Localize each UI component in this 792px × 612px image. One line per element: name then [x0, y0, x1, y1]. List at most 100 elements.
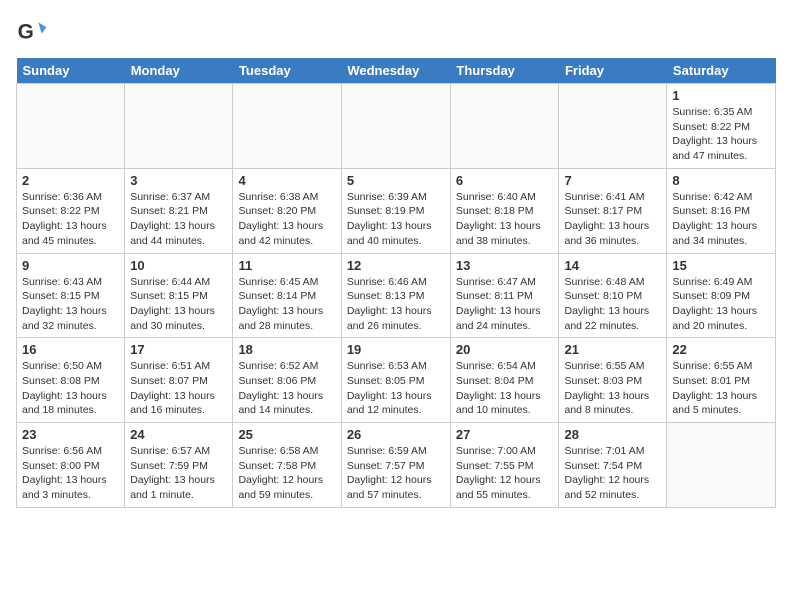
day-number: 10: [130, 258, 227, 273]
day-cell: 23Sunrise: 6:56 AM Sunset: 8:00 PM Dayli…: [17, 423, 125, 508]
day-cell: 12Sunrise: 6:46 AM Sunset: 8:13 PM Dayli…: [341, 253, 450, 338]
day-number: 24: [130, 427, 227, 442]
day-info: Sunrise: 6:43 AM Sunset: 8:15 PM Dayligh…: [22, 275, 119, 334]
day-info: Sunrise: 6:35 AM Sunset: 8:22 PM Dayligh…: [672, 105, 770, 164]
day-info: Sunrise: 6:40 AM Sunset: 8:18 PM Dayligh…: [456, 190, 554, 249]
week-row-3: 9 Sunrise: 6:43 AM Sunset: 8:15 PM Daylig…: [17, 253, 776, 338]
day-number: 17: [130, 342, 227, 357]
day-number: 13: [456, 258, 554, 273]
column-header-friday: Friday: [559, 58, 667, 84]
day-number: 27: [456, 427, 554, 442]
day-cell: 26Sunrise: 6:59 AM Sunset: 7:57 PM Dayli…: [341, 423, 450, 508]
day-info: Sunrise: 6:49 AM Sunset: 8:09 PM Dayligh…: [672, 275, 770, 334]
day-cell: 15Sunrise: 6:49 AM Sunset: 8:09 PM Dayli…: [667, 253, 776, 338]
day-number: 25: [238, 427, 335, 442]
page-header: G: [16, 16, 776, 48]
day-number: 7: [564, 173, 661, 188]
day-cell: 11 Sunrise: 6:45 AM Sunset: 8:14 PM Dayli…: [233, 253, 341, 338]
day-cell: 20 Sunrise: 6:54 AM Sunset: 8:04 PM Dayli…: [450, 338, 559, 423]
week-row-4: 16 Sunrise: 6:50 AM Sunset: 8:08 PM Dayli…: [17, 338, 776, 423]
day-number: 3: [130, 173, 227, 188]
day-info: Sunrise: 6:54 AM Sunset: 8:04 PM Dayligh…: [456, 359, 554, 418]
day-number: 11: [238, 258, 335, 273]
day-cell: 4Sunrise: 6:38 AM Sunset: 8:20 PM Daylig…: [233, 168, 341, 253]
day-number: 8: [672, 173, 770, 188]
column-header-sunday: Sunday: [17, 58, 125, 84]
day-info: Sunrise: 6:50 AM Sunset: 8:08 PM Dayligh…: [22, 359, 119, 418]
column-header-wednesday: Wednesday: [341, 58, 450, 84]
day-info: Sunrise: 6:51 AM Sunset: 8:07 PM Dayligh…: [130, 359, 227, 418]
day-info: Sunrise: 6:55 AM Sunset: 8:01 PM Dayligh…: [672, 359, 770, 418]
day-info: Sunrise: 6:58 AM Sunset: 7:58 PM Dayligh…: [238, 444, 335, 503]
column-header-saturday: Saturday: [667, 58, 776, 84]
day-number: 28: [564, 427, 661, 442]
day-info: Sunrise: 6:45 AM Sunset: 8:14 PM Dayligh…: [238, 275, 335, 334]
day-cell: 9 Sunrise: 6:43 AM Sunset: 8:15 PM Daylig…: [17, 253, 125, 338]
day-info: Sunrise: 6:36 AM Sunset: 8:22 PM Dayligh…: [22, 190, 119, 249]
day-cell: 8 Sunrise: 6:42 AM Sunset: 8:16 PM Daylig…: [667, 168, 776, 253]
day-number: 5: [347, 173, 445, 188]
day-number: 22: [672, 342, 770, 357]
day-cell: 21 Sunrise: 6:55 AM Sunset: 8:03 PM Dayli…: [559, 338, 667, 423]
day-number: 4: [238, 173, 335, 188]
day-cell: [17, 84, 125, 169]
day-info: Sunrise: 6:44 AM Sunset: 8:15 PM Dayligh…: [130, 275, 227, 334]
day-info: Sunrise: 6:46 AM Sunset: 8:13 PM Dayligh…: [347, 275, 445, 334]
day-number: 18: [238, 342, 335, 357]
day-cell: [450, 84, 559, 169]
day-cell: 5 Sunrise: 6:39 AM Sunset: 8:19 PM Daylig…: [341, 168, 450, 253]
day-number: 16: [22, 342, 119, 357]
day-cell: 7 Sunrise: 6:41 AM Sunset: 8:17 PM Daylig…: [559, 168, 667, 253]
day-cell: 25 Sunrise: 6:58 AM Sunset: 7:58 PM Dayli…: [233, 423, 341, 508]
svg-text:G: G: [18, 20, 34, 43]
day-cell: [125, 84, 233, 169]
day-cell: 16 Sunrise: 6:50 AM Sunset: 8:08 PM Dayli…: [17, 338, 125, 423]
day-info: Sunrise: 6:37 AM Sunset: 8:21 PM Dayligh…: [130, 190, 227, 249]
day-cell: 3 Sunrise: 6:37 AM Sunset: 8:21 PM Daylig…: [125, 168, 233, 253]
day-info: Sunrise: 6:47 AM Sunset: 8:11 PM Dayligh…: [456, 275, 554, 334]
day-number: 19: [347, 342, 445, 357]
day-cell: 27 Sunrise: 7:00 AM Sunset: 7:55 PM Dayli…: [450, 423, 559, 508]
day-cell: 2 Sunrise: 6:36 AM Sunset: 8:22 PM Daylig…: [17, 168, 125, 253]
column-header-thursday: Thursday: [450, 58, 559, 84]
day-info: Sunrise: 6:56 AM Sunset: 8:00 PM Dayligh…: [22, 444, 119, 503]
day-cell: [341, 84, 450, 169]
day-cell: 14 Sunrise: 6:48 AM Sunset: 8:10 PM Dayli…: [559, 253, 667, 338]
logo: G: [16, 16, 52, 48]
week-row-1: 1Sunrise: 6:35 AM Sunset: 8:22 PM Daylig…: [17, 84, 776, 169]
day-cell: 18 Sunrise: 6:52 AM Sunset: 8:06 PM Dayli…: [233, 338, 341, 423]
day-cell: 22 Sunrise: 6:55 AM Sunset: 8:01 PM Dayli…: [667, 338, 776, 423]
day-cell: [559, 84, 667, 169]
day-number: 6: [456, 173, 554, 188]
day-info: Sunrise: 6:41 AM Sunset: 8:17 PM Dayligh…: [564, 190, 661, 249]
day-cell: 28Sunrise: 7:01 AM Sunset: 7:54 PM Dayli…: [559, 423, 667, 508]
logo-icon: G: [16, 16, 48, 48]
day-cell: 1Sunrise: 6:35 AM Sunset: 8:22 PM Daylig…: [667, 84, 776, 169]
day-info: Sunrise: 6:59 AM Sunset: 7:57 PM Dayligh…: [347, 444, 445, 503]
column-header-monday: Monday: [125, 58, 233, 84]
week-row-5: 23Sunrise: 6:56 AM Sunset: 8:00 PM Dayli…: [17, 423, 776, 508]
calendar: SundayMondayTuesdayWednesdayThursdayFrid…: [16, 58, 776, 508]
day-info: Sunrise: 6:53 AM Sunset: 8:05 PM Dayligh…: [347, 359, 445, 418]
day-cell: [667, 423, 776, 508]
day-cell: 13 Sunrise: 6:47 AM Sunset: 8:11 PM Dayli…: [450, 253, 559, 338]
week-row-2: 2 Sunrise: 6:36 AM Sunset: 8:22 PM Daylig…: [17, 168, 776, 253]
day-info: Sunrise: 7:00 AM Sunset: 7:55 PM Dayligh…: [456, 444, 554, 503]
day-info: Sunrise: 6:52 AM Sunset: 8:06 PM Dayligh…: [238, 359, 335, 418]
day-info: Sunrise: 6:48 AM Sunset: 8:10 PM Dayligh…: [564, 275, 661, 334]
column-header-tuesday: Tuesday: [233, 58, 341, 84]
day-cell: 6 Sunrise: 6:40 AM Sunset: 8:18 PM Daylig…: [450, 168, 559, 253]
day-number: 21: [564, 342, 661, 357]
day-info: Sunrise: 6:57 AM Sunset: 7:59 PM Dayligh…: [130, 444, 227, 503]
day-info: Sunrise: 6:55 AM Sunset: 8:03 PM Dayligh…: [564, 359, 661, 418]
day-number: 9: [22, 258, 119, 273]
day-cell: [233, 84, 341, 169]
day-info: Sunrise: 6:42 AM Sunset: 8:16 PM Dayligh…: [672, 190, 770, 249]
day-cell: 10 Sunrise: 6:44 AM Sunset: 8:15 PM Dayli…: [125, 253, 233, 338]
day-number: 14: [564, 258, 661, 273]
day-number: 20: [456, 342, 554, 357]
day-info: Sunrise: 6:39 AM Sunset: 8:19 PM Dayligh…: [347, 190, 445, 249]
calendar-header-row: SundayMondayTuesdayWednesdayThursdayFrid…: [17, 58, 776, 84]
day-cell: 17 Sunrise: 6:51 AM Sunset: 8:07 PM Dayli…: [125, 338, 233, 423]
day-number: 2: [22, 173, 119, 188]
